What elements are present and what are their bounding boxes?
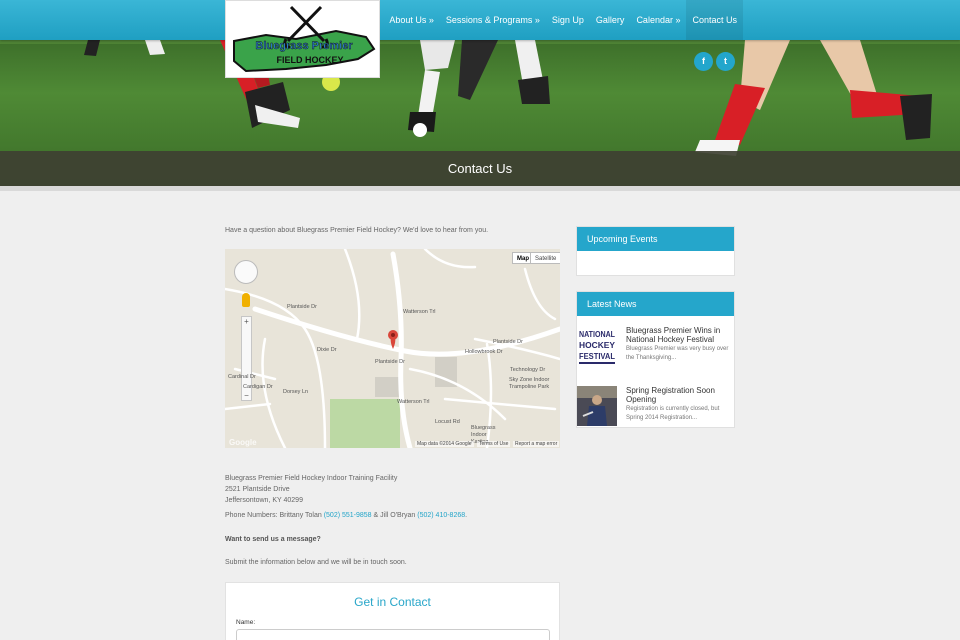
name-field[interactable] bbox=[236, 629, 550, 640]
map-street-label: Technology Dr bbox=[510, 367, 546, 373]
name-field-label: Name: bbox=[236, 619, 256, 626]
phone-prefix: Phone Numbers: Brittany Tolan bbox=[225, 512, 324, 519]
google-map[interactable]: Map Satellite + − Plantside Dr Plantside… bbox=[225, 249, 560, 448]
logo-line-2: FIELD HOCKEY bbox=[276, 55, 343, 65]
map-poi-label: Sky Zone Indoor Trampoline Park bbox=[509, 377, 550, 390]
map-street-label: Plantside Dr bbox=[375, 359, 405, 365]
news-item[interactable]: Spring Registration Soon Opening Registr… bbox=[577, 386, 734, 426]
map-terms-link[interactable]: Terms of Use bbox=[477, 441, 511, 447]
nav-contact-us[interactable]: Contact Us bbox=[686, 0, 743, 40]
news-title[interactable]: Spring Registration Soon Opening bbox=[626, 386, 730, 404]
latest-news-widget: Latest News NATIONAL HOCKEY FESTIVAL Blu… bbox=[576, 291, 735, 428]
phone-numbers: Phone Numbers: Brittany Tolan (502) 551-… bbox=[225, 512, 467, 519]
map-canvas bbox=[225, 249, 560, 448]
page-title: Contact Us bbox=[447, 161, 513, 176]
news-excerpt: Bluegrass Premier was very busy over the… bbox=[626, 346, 729, 361]
festival-logo-text: NATIONAL bbox=[579, 330, 615, 339]
zoom-in-icon[interactable]: + bbox=[242, 317, 251, 326]
intro-text: Have a question about Bluegrass Premier … bbox=[225, 227, 489, 234]
map-street-label: Plantside Dr bbox=[493, 339, 523, 345]
nav-gallery[interactable]: Gallery bbox=[590, 0, 631, 40]
map-street-label: Watterson Trl bbox=[403, 309, 436, 315]
latest-news-heading: Latest News bbox=[577, 292, 734, 316]
map-street-label: Cardinal Dr bbox=[228, 374, 256, 380]
upcoming-events-heading: Upcoming Events bbox=[577, 227, 734, 251]
logo-line-1: Bluegrass Premier bbox=[255, 40, 353, 52]
map-street-label: Dixie Dr bbox=[317, 347, 337, 353]
facebook-icon[interactable]: f bbox=[694, 52, 713, 71]
news-thumbnail[interactable] bbox=[577, 386, 617, 426]
zoom-out-icon[interactable]: − bbox=[242, 391, 251, 400]
street-view-pegman-icon[interactable] bbox=[242, 293, 250, 307]
phone-mid: & Jill O'Bryan bbox=[371, 512, 418, 519]
address-line: Jeffersontown, KY 40299 bbox=[225, 497, 303, 504]
google-logo: Google bbox=[229, 438, 257, 447]
map-street-label: Hollowbrook Dr bbox=[465, 349, 503, 355]
news-excerpt: Registration is currently closed, but Sp… bbox=[626, 406, 720, 421]
map-report-error-link[interactable]: Report a map error bbox=[513, 441, 560, 447]
map-street-label: Cardigan Dr bbox=[243, 384, 273, 390]
contact-form: Get in Contact Name: bbox=[225, 582, 560, 640]
map-street-label: Locust Rd bbox=[435, 419, 460, 425]
map-pan-control[interactable] bbox=[234, 260, 258, 284]
site-logo[interactable]: Bluegrass Premier FIELD HOCKEY bbox=[225, 0, 380, 78]
message-heading: Want to send us a message? bbox=[225, 536, 321, 543]
news-thumbnail[interactable]: NATIONAL HOCKEY FESTIVAL bbox=[577, 326, 617, 366]
nav-about-us[interactable]: About Us » bbox=[383, 0, 440, 40]
map-street-label: Dorsey Ln bbox=[283, 389, 309, 395]
svg-text:HOCKEY: HOCKEY bbox=[579, 341, 616, 350]
address-line: 2521 Plantside Drive bbox=[225, 486, 290, 493]
news-title[interactable]: Bluegrass Premier Wins in National Hocke… bbox=[626, 326, 730, 344]
map-data-credit: Map data ©2014 Google bbox=[415, 441, 474, 447]
map-street-label: Plantside Dr bbox=[287, 304, 317, 310]
address-line: Bluegrass Premier Field Hockey Indoor Tr… bbox=[225, 475, 398, 482]
nav-calendar[interactable]: Calendar » bbox=[630, 0, 686, 40]
nav-sign-up[interactable]: Sign Up bbox=[546, 0, 590, 40]
news-item[interactable]: NATIONAL HOCKEY FESTIVAL Bluegrass Premi… bbox=[577, 326, 734, 366]
nav-sessions-programs[interactable]: Sessions & Programs » bbox=[440, 0, 546, 40]
map-street-label: Watterson Trl bbox=[397, 399, 430, 405]
logo-graphic: Bluegrass Premier FIELD HOCKEY bbox=[233, 5, 376, 73]
main-nav: About Us » Sessions & Programs » Sign Up… bbox=[383, 0, 743, 40]
festival-logo-image: NATIONAL HOCKEY FESTIVAL bbox=[577, 326, 617, 366]
twitter-icon[interactable]: t bbox=[716, 52, 735, 71]
top-nav-bar: About Us » Sessions & Programs » Sign Up… bbox=[0, 0, 960, 40]
form-title: Get in Contact bbox=[354, 595, 431, 609]
news-photo bbox=[577, 386, 617, 426]
map-type-satellite-button[interactable]: Satellite bbox=[530, 252, 560, 264]
phone-link-jill[interactable]: (502) 410-8268 bbox=[417, 512, 465, 519]
phone-suffix: . bbox=[465, 512, 468, 519]
svg-text:FESTIVAL: FESTIVAL bbox=[579, 352, 615, 361]
hero-banner: About Us » Sessions & Programs » Sign Up… bbox=[0, 0, 960, 186]
band-divider bbox=[0, 186, 960, 191]
message-subtext: Submit the information below and we will… bbox=[225, 559, 407, 566]
phone-link-brittany[interactable]: (502) 551-9858 bbox=[324, 512, 372, 519]
page-title-band: Contact Us bbox=[0, 151, 960, 186]
upcoming-events-widget: Upcoming Events bbox=[576, 226, 735, 276]
facility-address: Bluegrass Premier Field Hockey Indoor Tr… bbox=[225, 473, 397, 506]
